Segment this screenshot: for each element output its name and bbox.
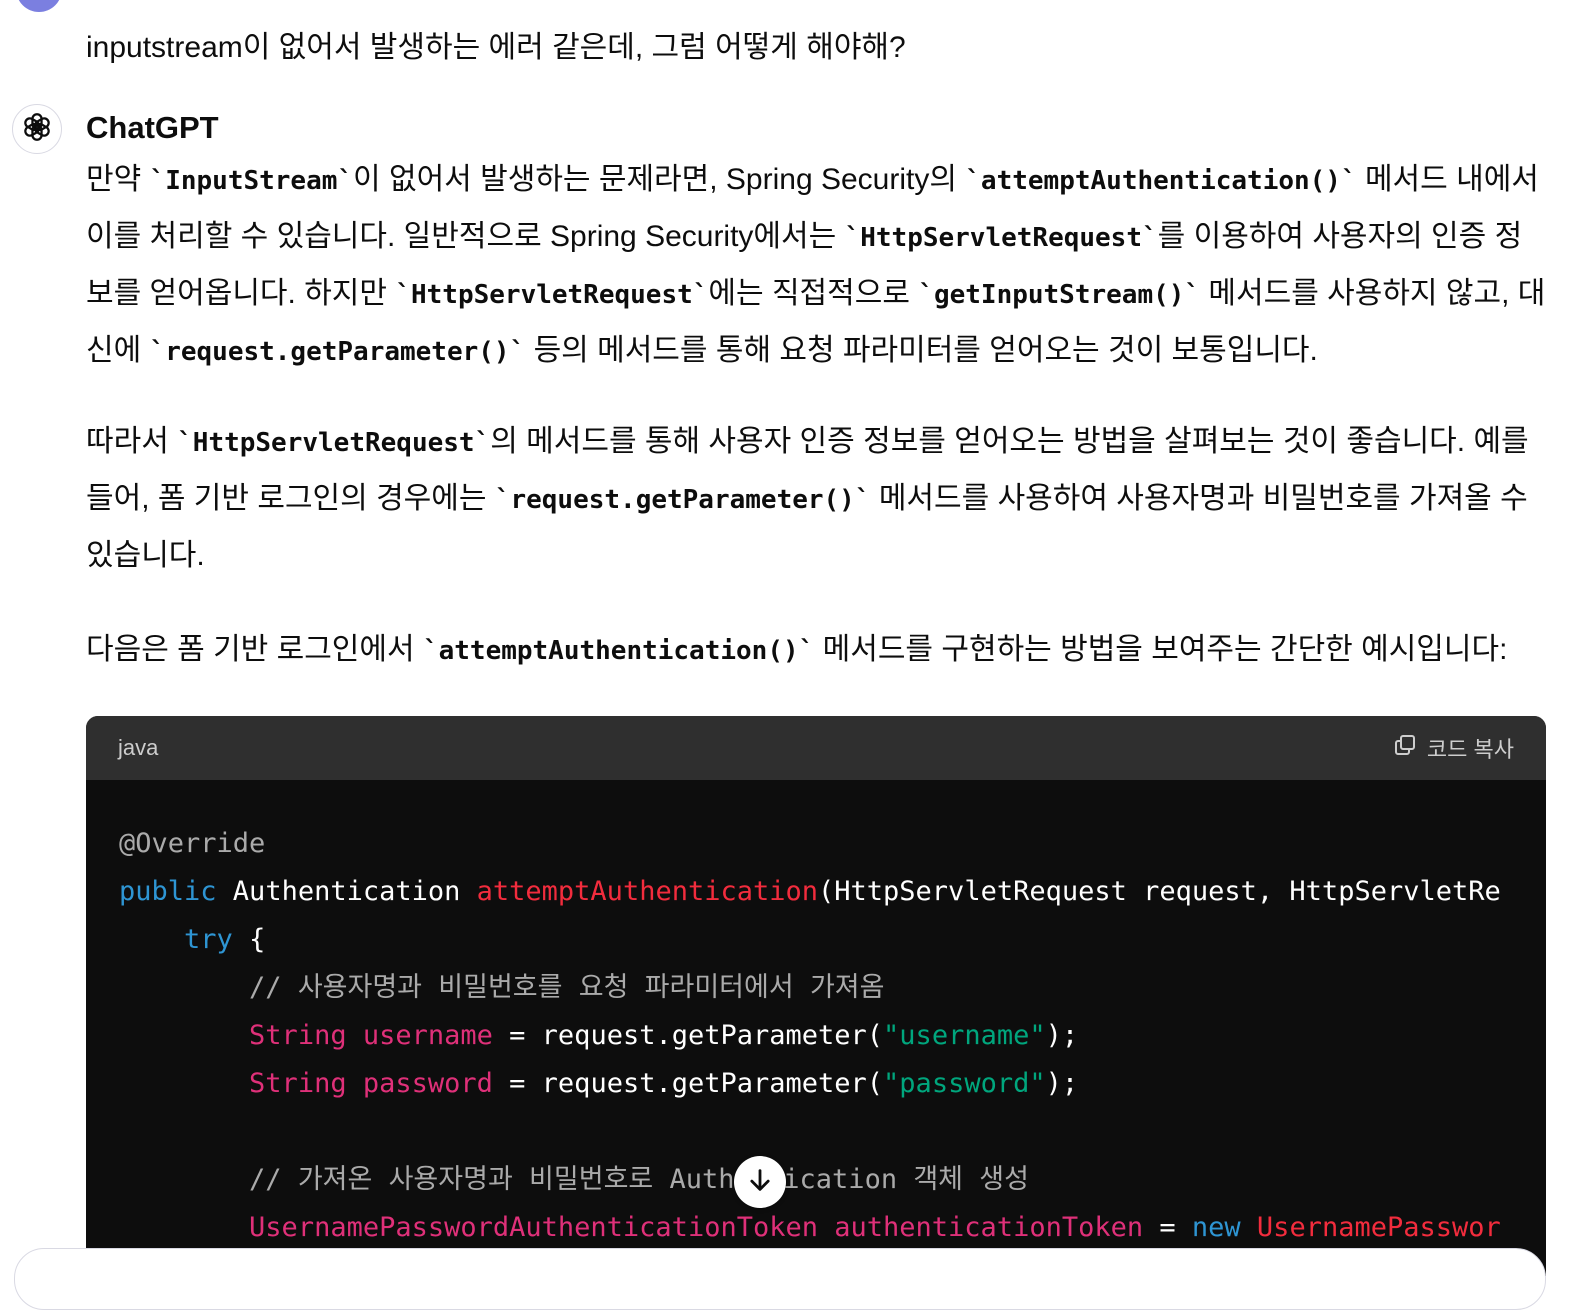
code-keyword: public <box>119 876 217 907</box>
inline-code: `request.getParameter()` <box>494 485 871 515</box>
text-segment: 등의 메서드를 통해 요청 파라미터를 얻어오는 것이 보통입니다. <box>525 334 1318 367</box>
code-text: { <box>232 924 266 955</box>
code-comment: // 가져온 사용자명과 비밀번호로 Authentication 객체 생성 <box>249 1164 1029 1195</box>
inline-code: `HttpServletRequest` <box>395 280 709 310</box>
copy-code-label: 코드 복사 <box>1426 737 1514 762</box>
code-text: ); <box>1045 1068 1079 1099</box>
code-text: = <box>1143 1212 1192 1243</box>
code-variable: password <box>346 1068 493 1099</box>
copy-icon <box>1393 733 1417 763</box>
chatgpt-avatar <box>12 104 62 154</box>
message-composer[interactable] <box>14 1248 1546 1310</box>
arrow-down-icon <box>746 1166 774 1199</box>
text-segment: 에는 직접적으로 <box>708 277 919 310</box>
copy-code-button[interactable]: 코드 복사 <box>1393 732 1514 764</box>
code-block-header: java 코드 복사 <box>86 716 1546 780</box>
openai-logo-icon <box>20 110 54 149</box>
code-comment: // 사용자명과 비밀번호를 요청 파라미터에서 가져옴 <box>249 972 885 1003</box>
inline-code: `getInputStream()` <box>918 280 1201 310</box>
code-block: java 코드 복사 @Override public Authenticati… <box>86 716 1546 1276</box>
inline-code: `attemptAuthentication()` <box>422 636 815 666</box>
code-content[interactable]: @Override public Authentication attemptA… <box>86 780 1546 1252</box>
inline-code: `InputStream` <box>149 166 354 196</box>
code-string: "password" <box>883 1068 1046 1099</box>
code-text: ); <box>1045 1020 1079 1051</box>
assistant-paragraph-1: 만약 `InputStream`이 없어서 발생하는 문제라면, Spring … <box>86 152 1546 380</box>
text-segment: 이 없어서 발생하는 문제라면, Spring Security의 <box>353 163 966 196</box>
inline-code: `request.getParameter()` <box>149 337 526 367</box>
code-type: UsernamePasswordAuthenticationToken <box>249 1212 818 1243</box>
text-segment: 따라서 <box>86 425 178 458</box>
code-language-label: java <box>118 735 159 760</box>
user-avatar <box>16 0 62 12</box>
inline-code: `HttpServletRequest` <box>844 223 1158 253</box>
code-text: (HttpServletRequest request, HttpServlet… <box>818 876 1501 907</box>
code-annotation: @Override <box>119 828 266 859</box>
code-text: = request.getParameter( <box>492 1068 884 1099</box>
code-keyword: try <box>184 924 233 955</box>
code-text: Authentication <box>216 876 477 907</box>
code-function: UsernamePasswor <box>1240 1212 1501 1243</box>
code-variable: authenticationToken <box>818 1212 1144 1243</box>
scroll-to-bottom-button[interactable] <box>734 1156 786 1208</box>
assistant-paragraph-3: 다음은 폼 기반 로그인에서 `attemptAuthentication()`… <box>86 622 1546 679</box>
code-text: = request.getParameter( <box>492 1020 884 1051</box>
code-string: "username" <box>883 1020 1046 1051</box>
code-keyword: new <box>1191 1212 1241 1243</box>
inline-code: `attemptAuthentication()` <box>965 166 1357 196</box>
text-segment: 다음은 폼 기반 로그인에서 <box>86 633 423 666</box>
text-segment: 만약 <box>86 163 150 196</box>
code-type: String <box>249 1068 347 1099</box>
assistant-name: ChatGPT <box>86 110 219 145</box>
assistant-paragraph-2: 따라서 `HttpServletRequest`의 메서드를 통해 사용자 인증… <box>86 414 1546 584</box>
inline-code: `HttpServletRequest` <box>177 428 491 458</box>
text-segment: 메서드를 구현하는 방법을 보여주는 간단한 예시입니다: <box>814 633 1508 666</box>
code-type: String <box>249 1020 347 1051</box>
code-function: attemptAuthentication <box>476 876 819 907</box>
user-message-text: inputstream이 없어서 발생하는 에러 같은데, 그럼 어떻게 해야해… <box>86 31 906 64</box>
code-variable: username <box>346 1020 493 1051</box>
